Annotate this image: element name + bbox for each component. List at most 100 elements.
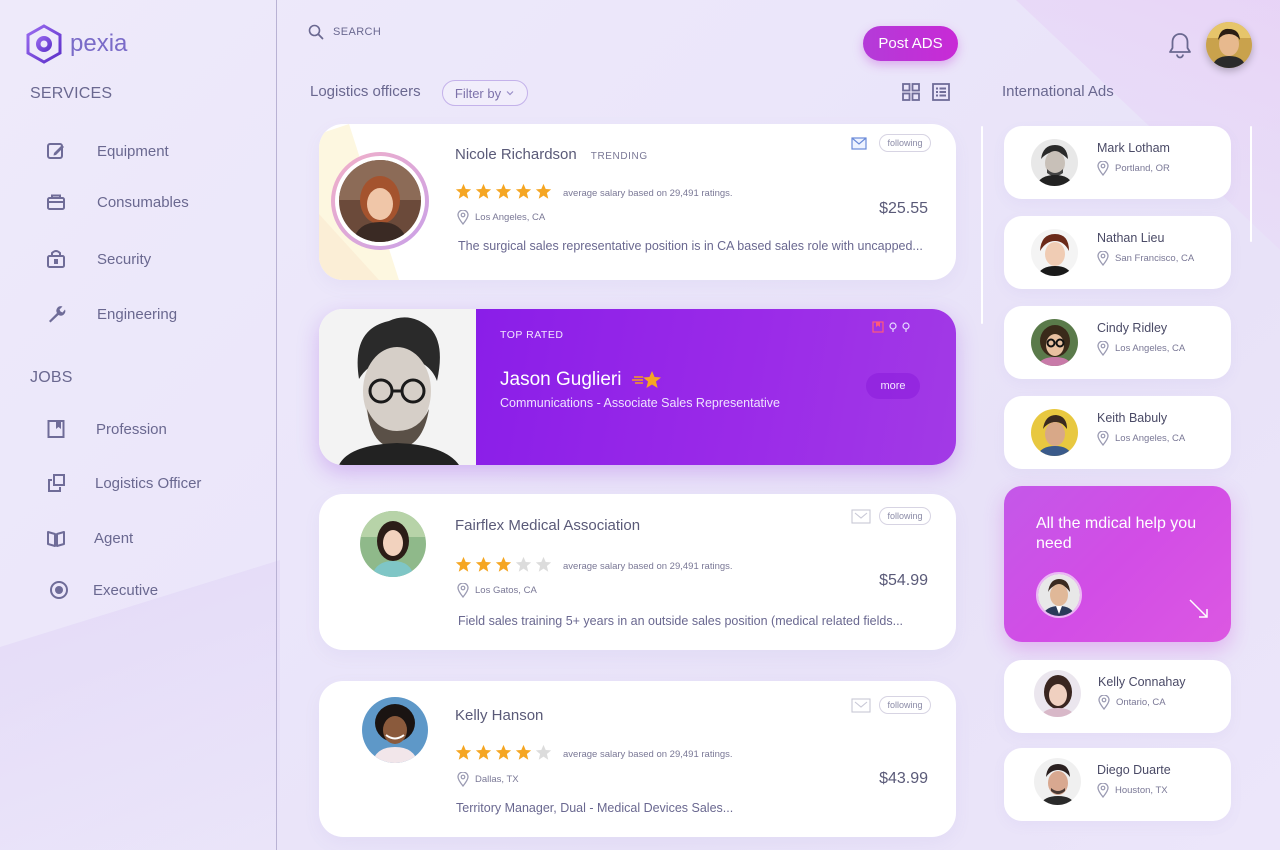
- post-ads-button[interactable]: Post ADS: [863, 26, 958, 61]
- person-name: Mark Lotham: [1097, 141, 1170, 155]
- location-pin-icon: [457, 772, 469, 787]
- avatar-image-icon: [360, 511, 426, 577]
- following-button[interactable]: following: [879, 507, 931, 525]
- rating-text: average salary based on 29,491 ratings.: [563, 188, 733, 199]
- sidebar-item-profession[interactable]: Profession: [46, 416, 167, 442]
- sidebar-item-equipment[interactable]: Equipment: [46, 138, 169, 164]
- star-empty-icon: [515, 556, 532, 572]
- box-icon: [46, 192, 66, 212]
- location-pin-icon: [1097, 783, 1109, 798]
- more-button[interactable]: more: [866, 373, 920, 399]
- services-title: SERVICES: [30, 85, 113, 102]
- card-price: $25.55: [879, 200, 928, 217]
- card-name: Kelly Hanson: [455, 707, 544, 724]
- star-empty-icon: [535, 556, 552, 572]
- promo-card[interactable]: All the mdical help you need: [1004, 486, 1231, 642]
- message-button[interactable]: [851, 137, 867, 155]
- bookmark-icon: [46, 419, 66, 439]
- star-filled-icon: [455, 744, 472, 760]
- mail-icon: [851, 698, 871, 713]
- avatar-image-icon: [1206, 22, 1252, 68]
- avatar-image-icon: [1031, 319, 1078, 366]
- avatar: [1034, 758, 1081, 805]
- location-pin-icon[interactable]: [889, 322, 897, 332]
- person-name: Cindy Ridley: [1097, 321, 1168, 335]
- person-location: Portland, OR: [1097, 161, 1170, 176]
- card-price: $43.99: [879, 770, 928, 787]
- card-location: Dallas, TX: [457, 772, 519, 787]
- sidebar-item-label: Logistics Officer: [95, 474, 202, 492]
- international-ad-card[interactable]: Diego Duarte Houston, TX: [1004, 748, 1231, 821]
- sidebar-item-consumables[interactable]: Consumables: [46, 189, 189, 215]
- search-input[interactable]: [333, 26, 493, 38]
- following-button[interactable]: following: [879, 696, 931, 714]
- location-pin-icon: [457, 210, 469, 225]
- trending-tag: TRENDING: [590, 151, 648, 162]
- sidebar-item-label: Executive: [93, 581, 159, 599]
- scrollbar[interactable]: [1250, 126, 1252, 242]
- bookmark-icon[interactable]: [872, 321, 884, 333]
- logo[interactable]: pexia: [24, 24, 127, 64]
- user-avatar[interactable]: [1206, 22, 1252, 68]
- job-card[interactable]: Fairflex Medical Association average sal…: [319, 494, 956, 650]
- card-name: Fairflex Medical Association: [455, 517, 641, 534]
- star-rating: [455, 183, 552, 200]
- scrollbar[interactable]: [981, 126, 983, 324]
- featured-actions: [872, 321, 910, 333]
- job-card[interactable]: Nicole Richardson TRENDING average salary…: [319, 124, 956, 280]
- location-pin-icon: [1097, 251, 1109, 266]
- following-button[interactable]: following: [879, 134, 931, 152]
- avatar[interactable]: [362, 697, 428, 763]
- message-button[interactable]: [851, 698, 871, 718]
- avatar[interactable]: [331, 152, 429, 250]
- star-rating: [455, 556, 552, 573]
- book-icon: [46, 528, 66, 548]
- star-filled-icon: [475, 556, 492, 572]
- app-name: pexia: [70, 30, 128, 57]
- star-filled-icon: [455, 183, 472, 199]
- rating-text: average salary based on 29,491 ratings.: [563, 749, 733, 760]
- featured-card[interactable]: TOP RATED Jason Guglieri Communications …: [319, 309, 956, 465]
- list-view-button[interactable]: [931, 82, 951, 107]
- international-ad-card[interactable]: Keith Babuly Los Angeles, CA: [1004, 396, 1231, 469]
- star-filled-icon: [495, 744, 512, 760]
- international-ad-card[interactable]: Cindy Ridley Los Angeles, CA: [1004, 306, 1231, 379]
- job-card[interactable]: Kelly Hanson average salary based on 29,…: [319, 681, 956, 837]
- person-name: Nathan Lieu: [1097, 231, 1165, 245]
- search-bar[interactable]: [308, 24, 493, 40]
- list-icon: [932, 83, 950, 101]
- card-name: Nicole Richardson TRENDING: [455, 146, 648, 163]
- card-location: Los Gatos, CA: [457, 583, 537, 598]
- featured-body: TOP RATED Jason Guglieri Communications …: [476, 309, 956, 465]
- star-filled-icon: [455, 556, 472, 572]
- sidebar-item-logistics-officer[interactable]: Logistics Officer: [46, 470, 201, 496]
- filter-button[interactable]: Filter by: [442, 80, 528, 106]
- international-ad-card[interactable]: Nathan Lieu San Francisco, CA: [1004, 216, 1231, 289]
- sidebar-item-label: Consumables: [97, 193, 189, 211]
- notification-button[interactable]: [1167, 31, 1193, 64]
- international-ad-card[interactable]: Mark Lotham Portland, OR: [1004, 126, 1231, 199]
- avatar-image-icon: [1031, 139, 1078, 186]
- list-title: Logistics officers: [310, 83, 421, 100]
- avatar-image-icon: [339, 160, 421, 242]
- international-ad-card[interactable]: Kelly Connahay Ontario, CA: [1004, 660, 1231, 733]
- person-location: Houston, TX: [1097, 783, 1168, 798]
- avatar[interactable]: [360, 511, 426, 577]
- location-pin-icon[interactable]: [902, 322, 910, 332]
- sidebar-item-engineering[interactable]: Engineering: [46, 301, 177, 327]
- location-pin-icon: [1097, 431, 1109, 446]
- sidebar-item-security[interactable]: Security: [46, 246, 151, 272]
- message-button[interactable]: [851, 509, 871, 529]
- sidebar-item-executive[interactable]: Executive: [46, 577, 158, 603]
- radio-icon: [49, 580, 69, 600]
- sidebar-item-agent[interactable]: Agent: [46, 525, 133, 551]
- sidebar-item-label: Profession: [96, 420, 167, 438]
- star-filled-icon: [475, 744, 492, 760]
- rating-text: average salary based on 29,491 ratings.: [563, 561, 733, 572]
- star-filled-icon: [495, 183, 512, 199]
- sidebar-item-label: Security: [97, 250, 152, 268]
- grid-view-button[interactable]: [901, 82, 921, 107]
- location-pin-icon: [1098, 695, 1110, 710]
- featured-photo: [319, 309, 476, 465]
- avatar: [1036, 572, 1082, 618]
